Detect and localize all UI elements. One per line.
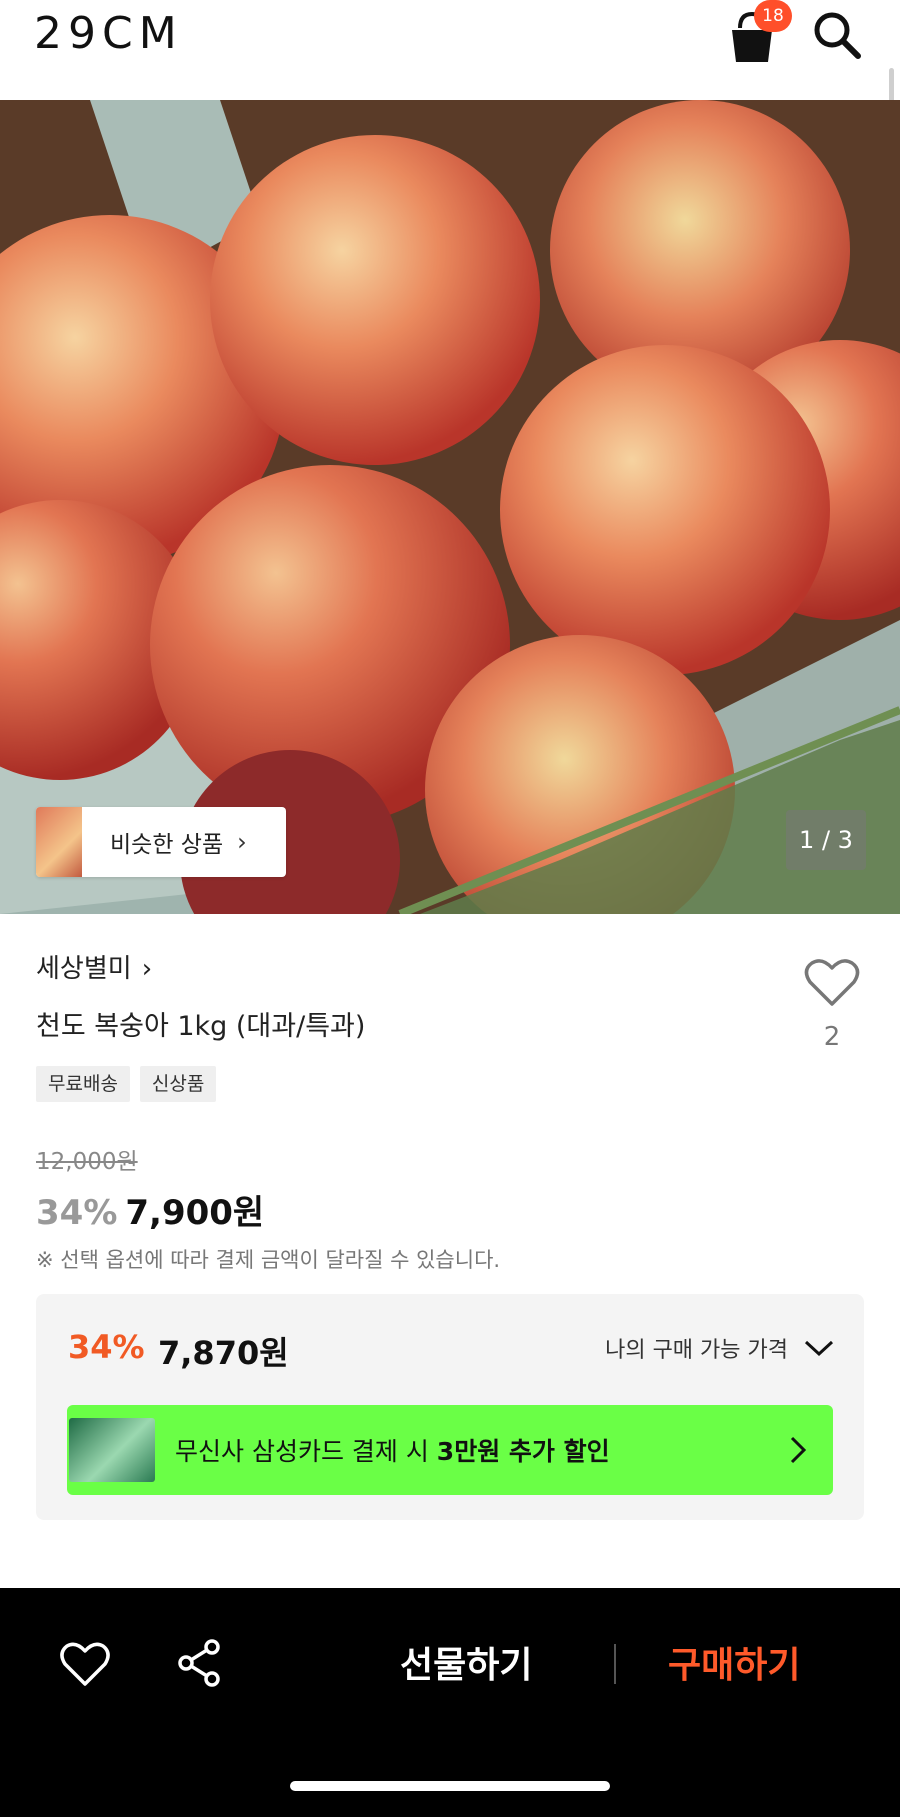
benefit-discount: 34% bbox=[68, 1328, 145, 1366]
header: 29CM 18 bbox=[0, 0, 900, 100]
product-image bbox=[0, 100, 900, 914]
product-tags: 무료배송 신상품 bbox=[36, 1066, 217, 1102]
card-promotion-image bbox=[69, 1418, 155, 1482]
sale-price: 7,900원 bbox=[125, 1193, 265, 1233]
price-notice: ※ 선택 옵션에 따라 결제 금액이 달라질 수 있습니다. bbox=[36, 1248, 501, 1272]
product-title: 천도 복숭아 1kg (대과/특과) bbox=[36, 1011, 366, 1042]
similar-products-label: 비슷한 상품 bbox=[110, 832, 224, 858]
tag-new-product: 신상품 bbox=[139, 1066, 217, 1102]
image-pager: 1 / 3 bbox=[786, 810, 866, 870]
price-row: 34% 7,900원 bbox=[36, 1185, 264, 1234]
card-promotion-text: 무신사 삼성카드 결제 시 3만원 추가 할인 bbox=[175, 1437, 610, 1466]
share-icon[interactable] bbox=[176, 1638, 222, 1688]
chevron-right-icon: › bbox=[237, 828, 247, 856]
my-price-toggle[interactable]: 나의 구매 가능 가격 bbox=[605, 1332, 834, 1364]
chevron-down-icon bbox=[804, 1340, 834, 1357]
heart-icon[interactable] bbox=[60, 1642, 110, 1688]
brand-name: 세상별미 bbox=[36, 954, 132, 984]
home-indicator bbox=[290, 1781, 610, 1791]
original-price: 12,000원 bbox=[36, 1149, 138, 1175]
cart-count-badge: 18 bbox=[754, 0, 792, 32]
chevron-right-icon: › bbox=[141, 954, 153, 984]
brand-link[interactable]: 세상별미 › bbox=[36, 948, 152, 985]
benefit-box: 34% 7,870원 나의 구매 가능 가격 무신사 삼성카드 결제 시 3만원… bbox=[36, 1294, 864, 1520]
gift-button[interactable]: 선물하기 bbox=[400, 1636, 532, 1688]
chevron-right-icon bbox=[790, 1436, 807, 1464]
similar-product-thumbnail bbox=[36, 807, 82, 877]
divider bbox=[614, 1644, 616, 1684]
like-count: 2 bbox=[823, 1022, 841, 1052]
buy-button[interactable]: 구매하기 bbox=[668, 1636, 800, 1688]
tag-free-shipping: 무료배송 bbox=[36, 1066, 130, 1102]
heart-icon[interactable] bbox=[804, 958, 860, 1008]
discount-rate: 34% bbox=[36, 1193, 118, 1233]
my-price-label: 나의 구매 가능 가격 bbox=[605, 1338, 788, 1363]
benefit-price: 7,870원 bbox=[158, 1334, 289, 1372]
similar-products-button[interactable]: 비슷한 상품 › bbox=[36, 807, 286, 877]
card-promotion-banner[interactable]: 무신사 삼성카드 결제 시 3만원 추가 할인 bbox=[67, 1405, 833, 1495]
product-image-carousel[interactable]: 비슷한 상품 › 1 / 3 bbox=[0, 100, 900, 914]
logo[interactable]: 29CM bbox=[34, 8, 183, 60]
search-icon[interactable] bbox=[810, 8, 864, 62]
